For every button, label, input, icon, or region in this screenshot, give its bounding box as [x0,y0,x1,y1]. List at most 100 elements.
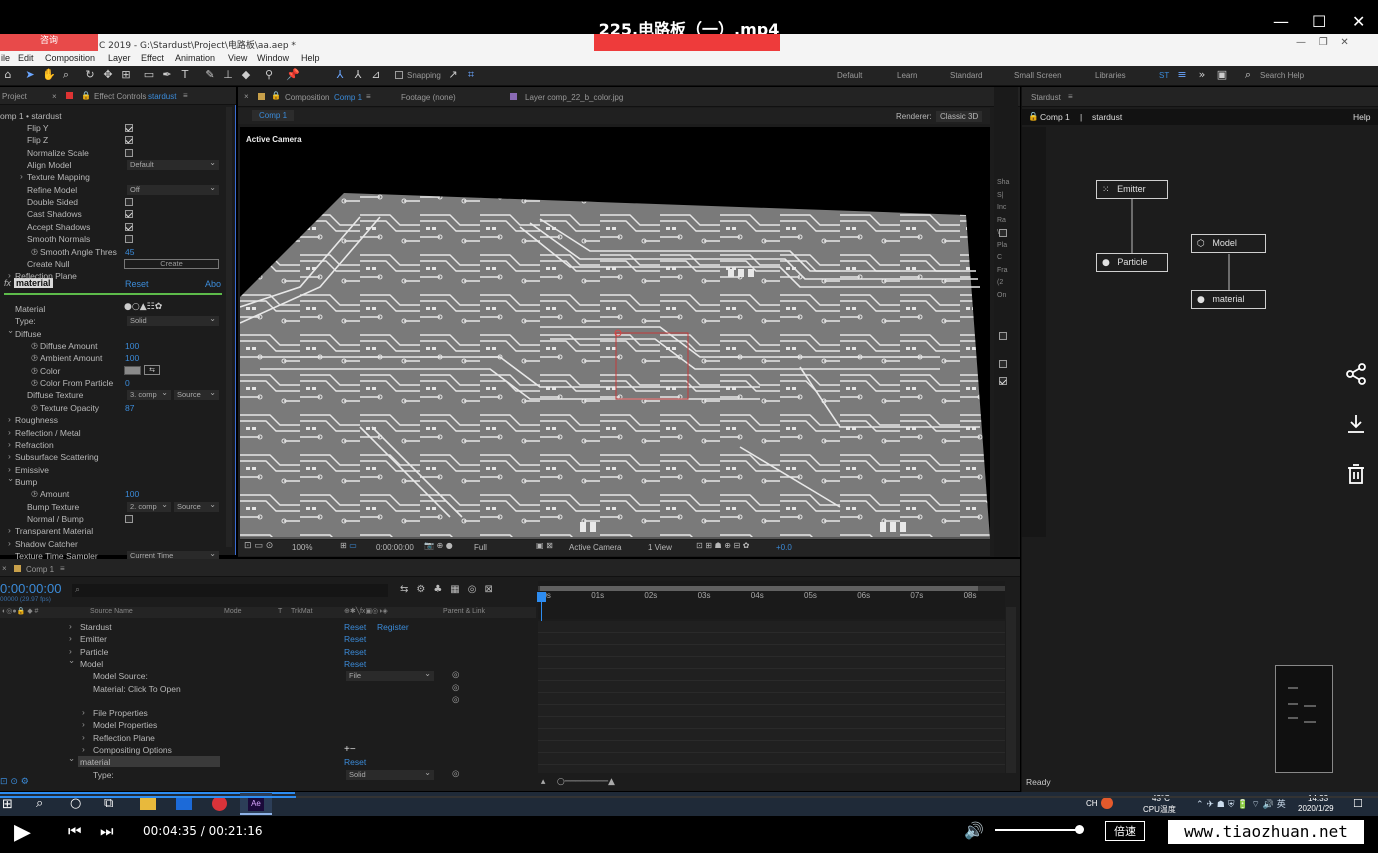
timeline-reset-link[interactable]: Reset [344,647,366,657]
expand-arrow-icon[interactable]: › [8,427,11,437]
expand-arrow-icon[interactable]: › [82,732,85,742]
cortana-icon[interactable]: ○ [70,796,81,811]
timeline-switch-icons[interactable]: ⇆⚙♣▦◎⊠ [400,584,501,595]
tab-footage[interactable]: Footage (none) [401,93,456,102]
exposure-value[interactable]: +0.0 [776,543,792,552]
stopwatch-icon[interactable]: ◷ [31,341,38,350]
menu-item-6[interactable]: View [228,53,247,63]
col-trkmat[interactable]: TrkMat [291,608,313,615]
effect-row[interactable]: Accept Shadows [0,221,234,233]
collapse-arrow-icon[interactable]: ⌄ [68,655,75,666]
home-icon[interactable]: ⌂ [2,69,14,81]
effect-row[interactable]: Material [0,303,234,315]
app-icon-blue[interactable] [176,796,192,810]
stopwatch-icon[interactable]: ◷ [31,247,38,256]
eyedropper-icon[interactable]: ⇆ [144,364,160,375]
delete-icon[interactable] [1340,462,1372,494]
snap-icon[interactable]: ↗ [447,69,459,81]
volume-icon[interactable]: 🔊 [964,821,984,840]
pickwhip-icon[interactable]: ◎ [452,695,459,705]
selection-tool-icon[interactable]: ➤ [24,69,36,81]
panel-menu-icon[interactable]: ≡ [60,564,65,573]
effect-checkbox[interactable] [125,198,133,207]
snapping-checkbox[interactable] [395,71,403,79]
tab-close-icon[interactable]: × [244,92,249,101]
effect-checkbox[interactable] [125,124,133,132]
timeline-dropdown[interactable]: File [346,669,434,682]
tray-icons[interactable]: ⌃ ✈ ☗ ⛨ 🔋 ⌔ 🔊 英 [1196,797,1286,810]
effect-row[interactable]: Normalize Scale [0,147,234,159]
effect-checkbox[interactable] [125,148,133,157]
speed-button[interactable]: 倍速 [1105,821,1145,841]
zoom-tool-icon[interactable]: ⌕ [60,69,72,81]
workspace-tab-2[interactable]: Standard [950,71,982,80]
clone-stamp-tool-icon[interactable]: ⊥ [222,69,234,81]
expand-arrow-icon[interactable]: › [82,744,85,754]
menu-item-4[interactable]: Effect [141,53,164,63]
timeline-row[interactable]: › Model Properties [0,719,536,731]
effect-row[interactable]: › Reflection / Metal [0,427,234,439]
expand-arrow-icon[interactable]: › [8,525,11,535]
time-ruler[interactable]: 00s01s02s03s04s05s06s07s08s [537,581,1005,773]
timeline-row[interactable]: ⌄ Model Reset [0,655,536,670]
effect-row[interactable]: › Subsurface Scattering [0,451,234,463]
timeline-tab-close[interactable]: × [2,564,7,573]
search-help-input[interactable]: Search Help [1260,71,1304,80]
expand-arrow-icon[interactable]: › [8,439,11,449]
notification-icon[interactable]: ☐ [1353,797,1363,810]
timeline-reset-link[interactable]: Reset [344,659,366,669]
effect-row[interactable]: Align Model Default [0,158,234,171]
timeline-row[interactable]: › Particle Reset [0,646,536,658]
pan-behind-tool-icon[interactable]: ⊞ [120,69,132,81]
lock-icon[interactable]: 🔒 [81,91,91,100]
side-strip-checkbox[interactable] [999,229,1007,237]
effect-dropdown[interactable]: 2. comp [127,500,171,512]
maximize-icon[interactable]: ☐ [1312,12,1326,31]
effect-row[interactable]: Normal / Bump [0,513,234,525]
video-progress-fill[interactable] [0,796,297,798]
menu-item-5[interactable]: Animation [175,53,215,63]
effect-row[interactable]: › ◷ Diffuse Amount 100 [0,340,234,352]
view-axis-icon[interactable]: ⊿ [370,69,382,81]
viewer-timecode[interactable]: 0:00:00:00 [376,543,414,552]
camera-tool-icon[interactable]: ✥ [102,69,114,81]
effect-dropdown[interactable]: Solid [127,314,219,327]
timeline-reset-link[interactable]: Reset [344,634,366,644]
stopwatch-icon[interactable]: ◷ [31,403,38,412]
col-parent[interactable]: Parent & Link [443,608,485,615]
effect-checkbox[interactable] [125,136,133,145]
effect-row[interactable]: › Shadow Catcher [0,538,234,550]
type-tool-icon[interactable]: T [179,69,191,81]
effect-checkbox[interactable] [125,235,133,244]
project-tab[interactable]: Project [2,92,27,101]
collapse-arrow-icon[interactable]: ⌄ [68,753,75,764]
snapshot-icon[interactable]: 📷 ⊕ ● [424,541,453,550]
effect-row[interactable]: › ◷ Texture Opacity 87 [0,402,234,414]
effect-row[interactable]: › ◷ Smooth Angle Thres 45 [0,246,234,258]
menu-item-0[interactable]: ile [1,53,10,63]
timeline-dropdown[interactable]: Solid [346,768,434,780]
effect-controls-tab[interactable]: Effect Controls [94,92,146,101]
effect-row[interactable]: › Roughness [0,414,234,426]
lock-icon[interactable]: 🔒 [1028,111,1039,122]
panel-menu-icon[interactable]: ≡ [1068,92,1073,101]
effect-row[interactable]: Create Null Create [0,258,234,270]
playhead-handle[interactable] [537,592,546,602]
effect-value[interactable]: 100 [125,489,139,499]
effect-value[interactable]: 0 [125,378,130,388]
effect-row[interactable]: › Transparent Material [0,525,234,537]
collapse-arrow-icon[interactable]: ⌄ [7,325,14,336]
timeline-timecode[interactable]: 0:00:00:00 [0,581,61,596]
resolution-dropdown[interactable]: Full [474,543,487,552]
tray-lang[interactable]: CH [1086,799,1098,808]
timeline-row[interactable]: › Emitter Reset [0,633,536,645]
timeline-row[interactable]: ⌄ material Reset [0,753,536,768]
menu-item-8[interactable]: Help [301,53,320,63]
region-icon[interactable]: ▣ ⊠ [536,541,553,550]
ask-button[interactable]: 咨询 [0,34,98,52]
col-source-name[interactable]: Source Name [90,608,133,615]
effect-row[interactable]: Diffuse Texture 3. compSource [0,388,234,401]
tray-app-icon[interactable] [1101,797,1113,809]
timeline-row[interactable]: Model Source: File ◎ [0,669,536,682]
effect-row[interactable]: › Reflection Plane [0,270,234,282]
